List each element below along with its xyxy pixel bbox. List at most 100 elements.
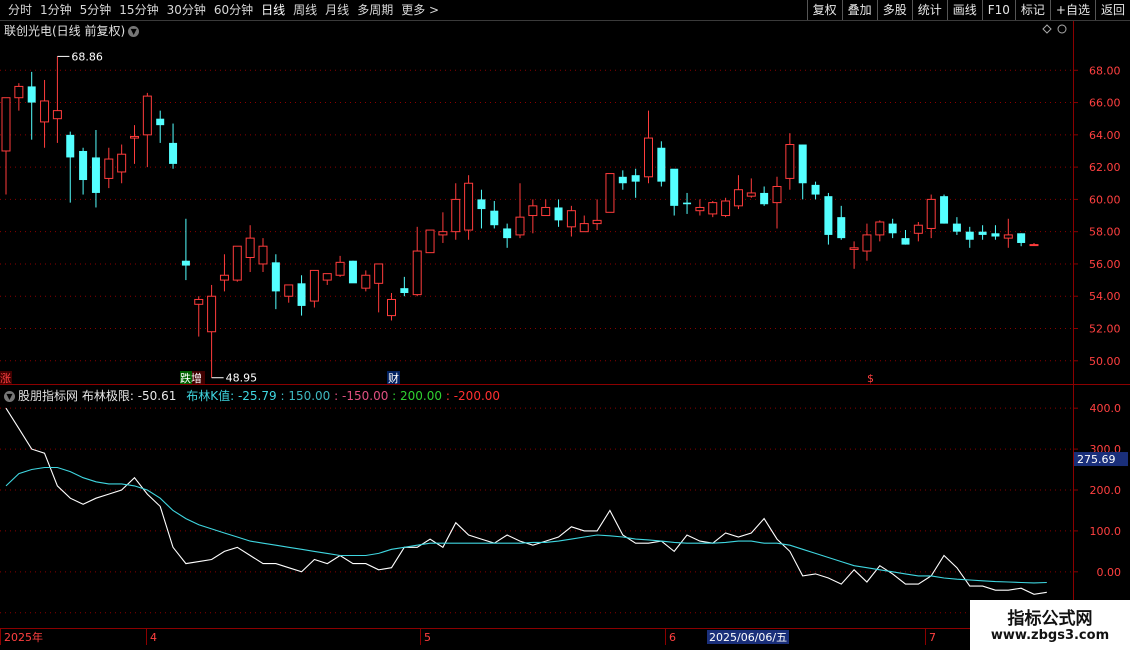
candle-body	[746, 192, 756, 197]
candle-body	[1003, 234, 1013, 239]
date-highlight-label: 2025/06/06/五	[709, 631, 787, 644]
candle-body	[104, 158, 114, 179]
indicator-tick-label: 400.0	[1090, 402, 1122, 415]
price-tick-label: 64.00	[1089, 129, 1121, 142]
candle-body	[528, 205, 538, 217]
price-tick-label: 54.00	[1089, 290, 1121, 303]
candle-body	[605, 173, 615, 213]
candle-body	[888, 223, 897, 234]
diamond-icon	[1042, 24, 1052, 34]
candle-body	[657, 147, 666, 182]
price-tick-label: 58.00	[1089, 226, 1121, 239]
candle-body	[978, 231, 987, 235]
price-tick-label: 68.00	[1089, 64, 1121, 77]
candle-body	[169, 142, 178, 164]
indicator-tick-label: 100.0	[1090, 525, 1122, 538]
candle-body	[772, 185, 782, 204]
candle-body	[142, 95, 152, 136]
candle-body	[554, 207, 563, 221]
candle-body	[721, 200, 731, 217]
candle-body	[901, 238, 910, 245]
candle-body	[991, 233, 1000, 237]
candle-body	[592, 219, 602, 225]
candle-body	[451, 198, 461, 233]
candle-body	[117, 153, 127, 173]
candle-body	[952, 223, 961, 232]
date-tick-label: 4	[150, 631, 157, 644]
candle-body	[965, 231, 974, 240]
price-tick-label: 62.00	[1089, 161, 1121, 174]
candle-body	[40, 100, 50, 123]
low-price-label: 48.95	[226, 372, 258, 385]
candle-body	[849, 247, 859, 250]
date-tick-label: 6	[669, 631, 676, 644]
candle-body	[156, 118, 165, 126]
price-tick-label: 56.00	[1089, 258, 1121, 271]
candle-body	[862, 234, 872, 252]
candle-body	[322, 273, 332, 281]
candle-body	[913, 224, 923, 234]
candle-body	[130, 135, 139, 139]
event-marker-dividend: $	[867, 372, 874, 385]
candle-body	[631, 175, 640, 182]
candle-body	[760, 192, 769, 205]
circle-icon	[1057, 24, 1067, 34]
candle-body	[412, 250, 422, 296]
chart-canvas[interactable]: 68.00 66.00 64.00 62.00 60.00 58.00 56.00 54.00…	[0, 0, 1130, 650]
date-tick-label: 2025年	[4, 630, 43, 644]
candle-body	[232, 245, 242, 281]
price-tick-label: 52.00	[1089, 323, 1121, 336]
high-price-label: 68.86	[71, 50, 103, 63]
candle-body	[926, 198, 936, 229]
watermark-url: www.zbgs3.com	[990, 628, 1110, 643]
date-tick-label: 7	[929, 631, 936, 644]
current-value-tag-label: 275.69	[1077, 453, 1116, 466]
candle-body	[708, 202, 718, 215]
candle-body	[91, 157, 100, 193]
candle-body	[785, 144, 795, 179]
price-tick-label: 66.00	[1089, 97, 1121, 110]
candle-body	[361, 274, 371, 289]
candle-body	[66, 134, 75, 158]
candle-body	[490, 210, 499, 226]
series-line-bollinger-k	[5, 466, 1047, 584]
candle-body	[438, 231, 448, 236]
candle-body	[798, 144, 807, 184]
candle-body	[207, 295, 217, 333]
candle-body	[425, 229, 435, 254]
candle-body	[258, 245, 268, 265]
candle-body	[52, 110, 62, 120]
candle-body	[579, 223, 589, 233]
candle-body	[27, 86, 36, 103]
watermark-title: 指标公式网	[1007, 609, 1093, 629]
candle-body	[566, 210, 576, 228]
candle-body	[875, 221, 885, 236]
candle-body	[400, 288, 409, 294]
candle-body	[271, 262, 280, 292]
candle-body	[733, 189, 743, 207]
candle-body	[387, 298, 396, 317]
candle-body	[374, 263, 384, 284]
series-line-bollinger-limit	[5, 407, 1047, 595]
candle-body	[348, 260, 357, 284]
candle-body	[245, 237, 255, 258]
candle-body	[464, 182, 474, 231]
candle-body	[219, 274, 229, 281]
candle-body	[1, 97, 11, 152]
candle-body	[683, 202, 692, 205]
candle-body	[14, 85, 24, 99]
candle-body	[811, 184, 820, 195]
price-tick-label: 60.00	[1089, 193, 1121, 206]
candle-body	[618, 176, 627, 184]
price-tick-label: 50.00	[1089, 355, 1121, 368]
candle-body	[194, 298, 204, 305]
candle-body	[837, 217, 846, 239]
candle-body	[670, 168, 679, 206]
candle-body	[695, 206, 705, 212]
candle-body	[503, 228, 512, 239]
candle-body	[940, 196, 949, 224]
event-marker-down-add: 跌增	[180, 371, 202, 385]
candle-body	[541, 206, 551, 217]
candle-body	[335, 261, 345, 276]
event-marker-finance: 财	[388, 371, 399, 385]
